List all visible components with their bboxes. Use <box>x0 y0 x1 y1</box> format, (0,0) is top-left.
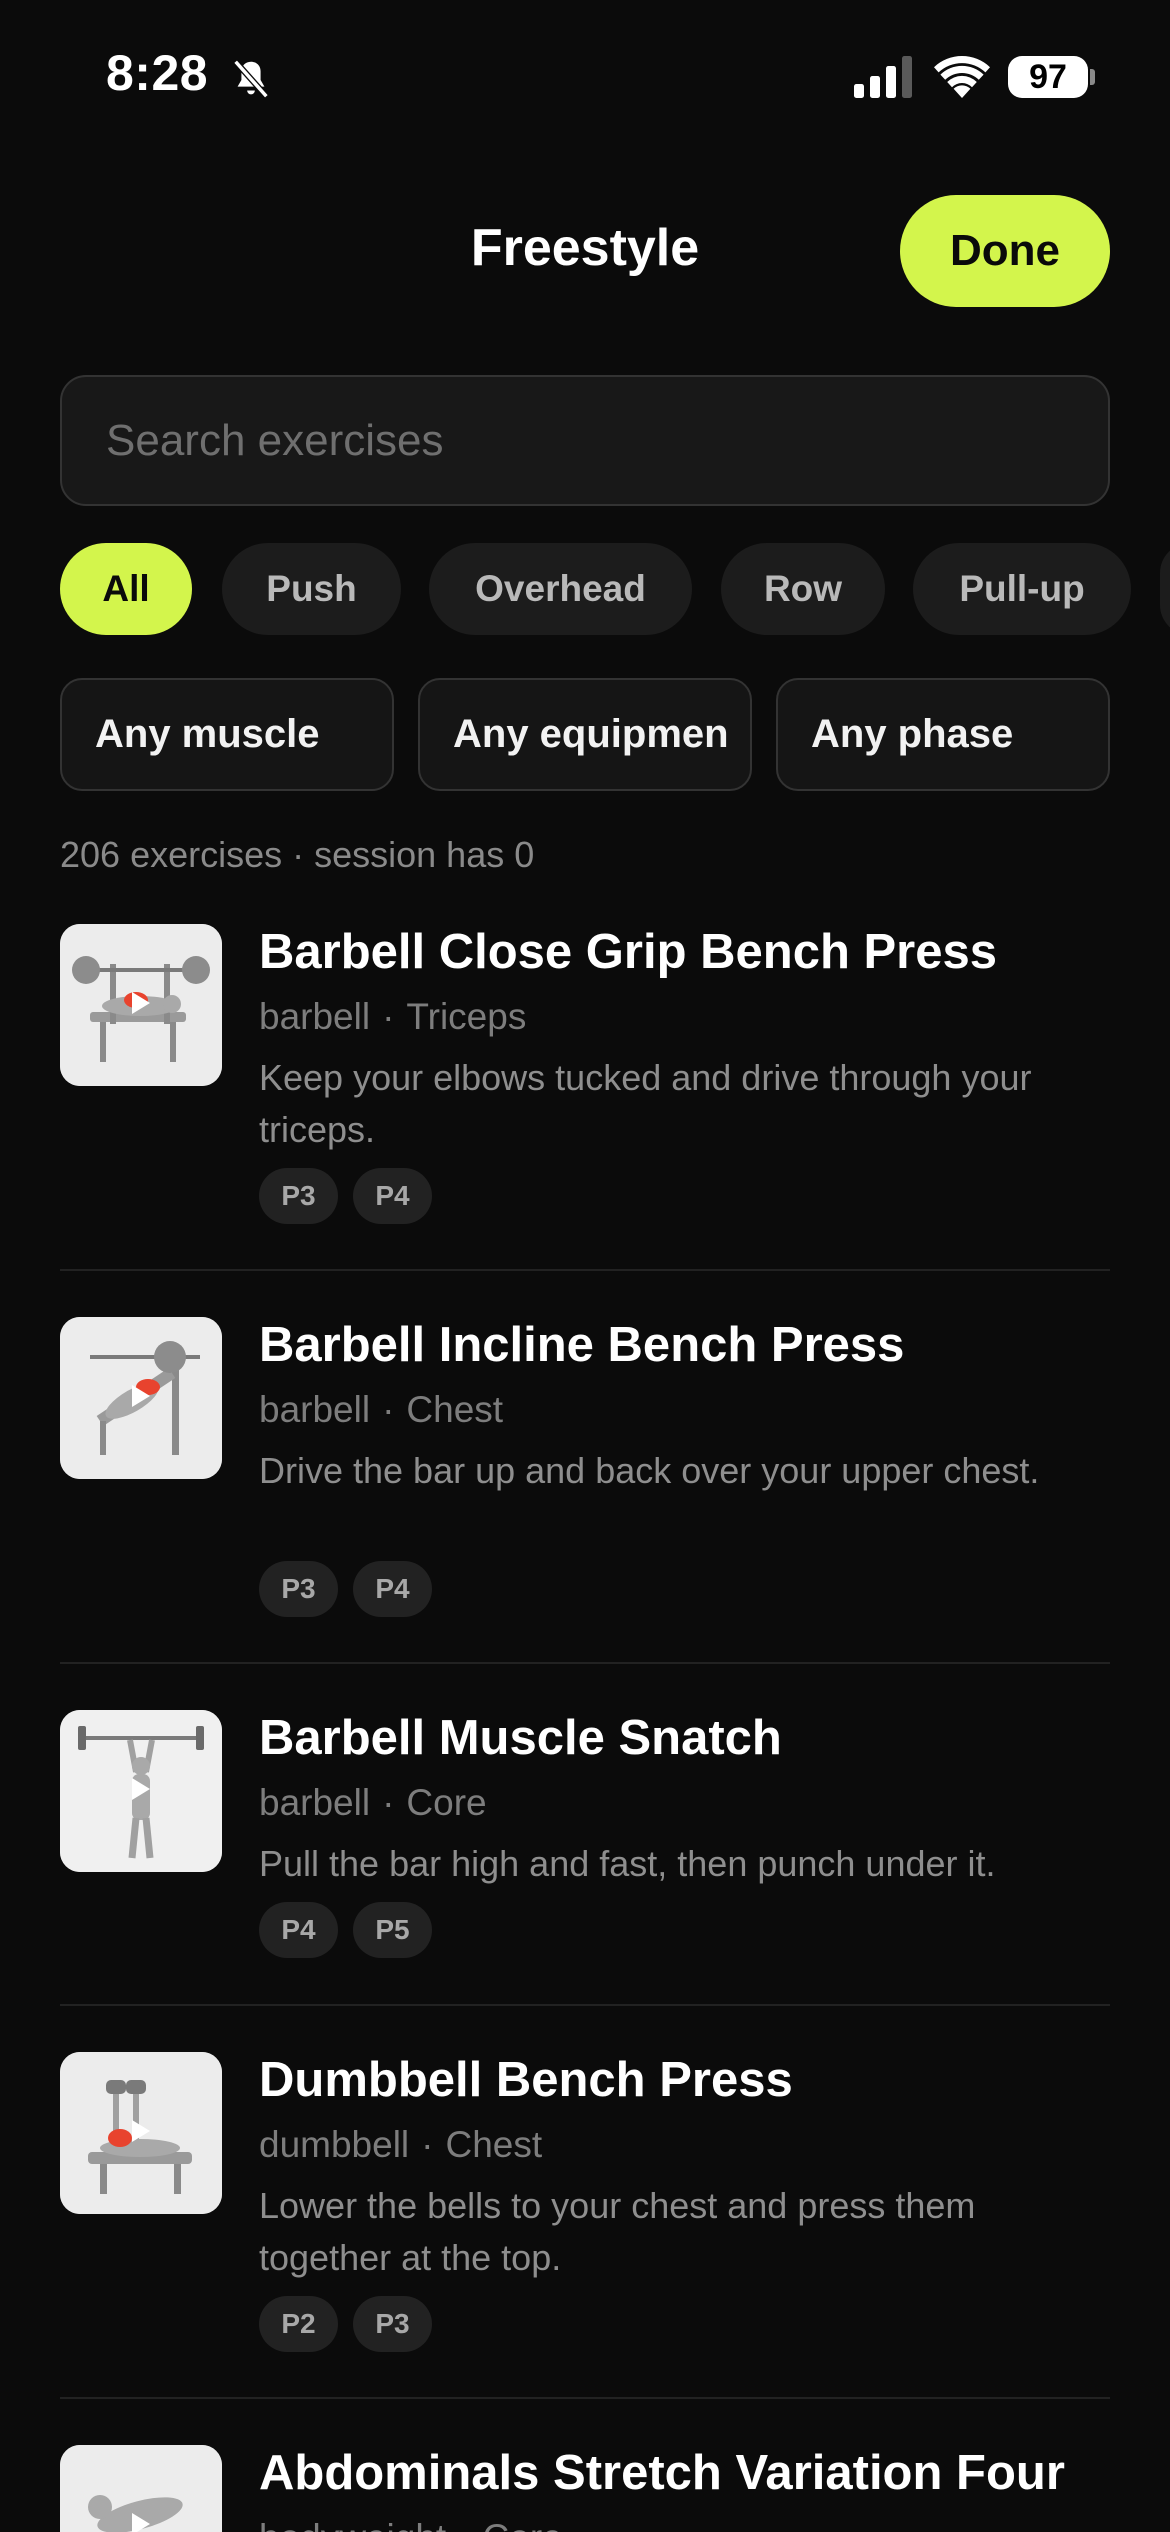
results-summary: 206 exercises · session has 0 <box>60 834 535 875</box>
exercise-muscle: Core <box>483 2517 563 2532</box>
exercise-equipment: barbell <box>259 996 371 1037</box>
cellular-signal-icon <box>854 56 912 98</box>
phase-tag: P4 <box>353 1561 432 1617</box>
exercise-thumbnail <box>60 2445 222 2532</box>
exercise-muscle: Chest <box>445 2124 543 2165</box>
exercise-thumbnail <box>60 1710 222 1872</box>
chip-next-partial[interactable] <box>1160 543 1170 635</box>
divider <box>60 2397 1110 2399</box>
phase-tags: P3 P4 <box>259 1168 432 1224</box>
exercise-cue: Drive the bar up and back over your uppe… <box>259 1450 1040 1491</box>
exercise-name: Barbell Muscle Snatch <box>259 1711 782 1765</box>
exercise-equipment: bodyweight <box>259 2517 446 2532</box>
chip-push[interactable]: Push <box>222 543 401 635</box>
phase-tag: P3 <box>259 1561 338 1617</box>
exercise-meta: barbell · Triceps <box>259 996 526 1038</box>
divider <box>60 1662 1110 1664</box>
chip-pull-up[interactable]: Pull-up <box>913 543 1131 635</box>
done-button[interactable]: Done <box>900 195 1110 307</box>
search-box[interactable] <box>60 375 1110 506</box>
exercise-muscle: Core <box>406 1782 487 1823</box>
exercise-row[interactable]: Abdominals Stretch Variation Four bodywe… <box>60 2445 1110 2532</box>
meta-separator: · <box>458 2517 470 2532</box>
meta-separator: · <box>382 996 395 1037</box>
exercise-thumbnail <box>60 924 222 1086</box>
phase-tag: P4 <box>259 1902 338 1958</box>
exercise-row[interactable]: Barbell Muscle Snatch barbell · Core Pull … <box>60 1710 1110 1960</box>
phase-tag: P4 <box>353 1168 432 1224</box>
exercise-cue: Lower the bells to your chest and press … <box>259 2185 976 2278</box>
equipment-filter[interactable]: Any equipmen <box>418 678 752 791</box>
exercise-cue: Pull the bar high and fast, then punch u… <box>259 1843 996 1884</box>
exercise-equipment: dumbbell <box>259 2124 410 2165</box>
exercise-equipment: barbell <box>259 1389 371 1430</box>
exercise-name: Abdominals Stretch Variation Four <box>259 2446 1065 2500</box>
exercise-muscle: Triceps <box>406 996 527 1037</box>
phase-tag: P3 <box>259 1168 338 1224</box>
bell-slash-icon <box>233 59 269 99</box>
status-bar: 8:28 97 <box>0 0 1170 150</box>
wifi-icon <box>934 56 990 98</box>
meta-separator: · <box>382 1389 395 1430</box>
exercise-row[interactable]: Barbell Close Grip Bench Press barbell · T… <box>60 924 1110 1254</box>
exercise-name: Barbell Close Grip Bench Press <box>259 925 997 979</box>
chip-overhead[interactable]: Overhead <box>429 543 692 635</box>
phase-tag: P2 <box>259 2296 338 2352</box>
exercise-cue: Keep your elbows tucked and drive throug… <box>259 1057 1032 1150</box>
chip-all[interactable]: All <box>60 543 192 635</box>
battery-tip <box>1090 69 1095 85</box>
battery-icon: 97 <box>1008 56 1088 98</box>
phase-filter[interactable]: Any phase <box>776 678 1110 791</box>
exercise-muscle: Chest <box>406 1389 504 1430</box>
exercise-meta: barbell · Chest <box>259 1389 503 1431</box>
exercise-meta: bodyweight · Core <box>259 2517 563 2532</box>
muscle-filter[interactable]: Any muscle <box>60 678 394 791</box>
divider <box>60 2004 1110 2006</box>
exercise-thumbnail <box>60 1317 222 1479</box>
exercise-row[interactable]: Dumbbell Bench Press dumbbell · Chest Lowe… <box>60 2052 1110 2382</box>
exercise-name: Barbell Incline Bench Press <box>259 1318 905 1372</box>
phase-tag: P5 <box>353 1902 432 1958</box>
phase-tags: P4 P5 <box>259 1902 432 1958</box>
exercise-row[interactable]: Barbell Incline Bench Press barbell · Ches… <box>60 1317 1110 1647</box>
search-input[interactable] <box>106 377 1066 504</box>
exercise-name: Dumbbell Bench Press <box>259 2053 793 2107</box>
exercise-equipment: barbell <box>259 1782 371 1823</box>
phase-tag: P3 <box>353 2296 432 2352</box>
phase-tags: P2 P3 <box>259 2296 432 2352</box>
freestyle-screen: 8:28 97 Freestyle Done All Push Overhead <box>0 0 1170 2532</box>
meta-separator: · <box>421 2124 434 2165</box>
divider <box>60 1269 1110 1271</box>
exercise-meta: barbell · Core <box>259 1782 487 1824</box>
exercise-thumbnail <box>60 2052 222 2214</box>
exercise-meta: dumbbell · Chest <box>259 2124 542 2166</box>
status-time: 8:28 <box>106 45 209 101</box>
phase-tags: P3 P4 <box>259 1561 432 1617</box>
meta-separator: · <box>382 1782 395 1823</box>
chip-row[interactable]: Row <box>721 543 885 635</box>
